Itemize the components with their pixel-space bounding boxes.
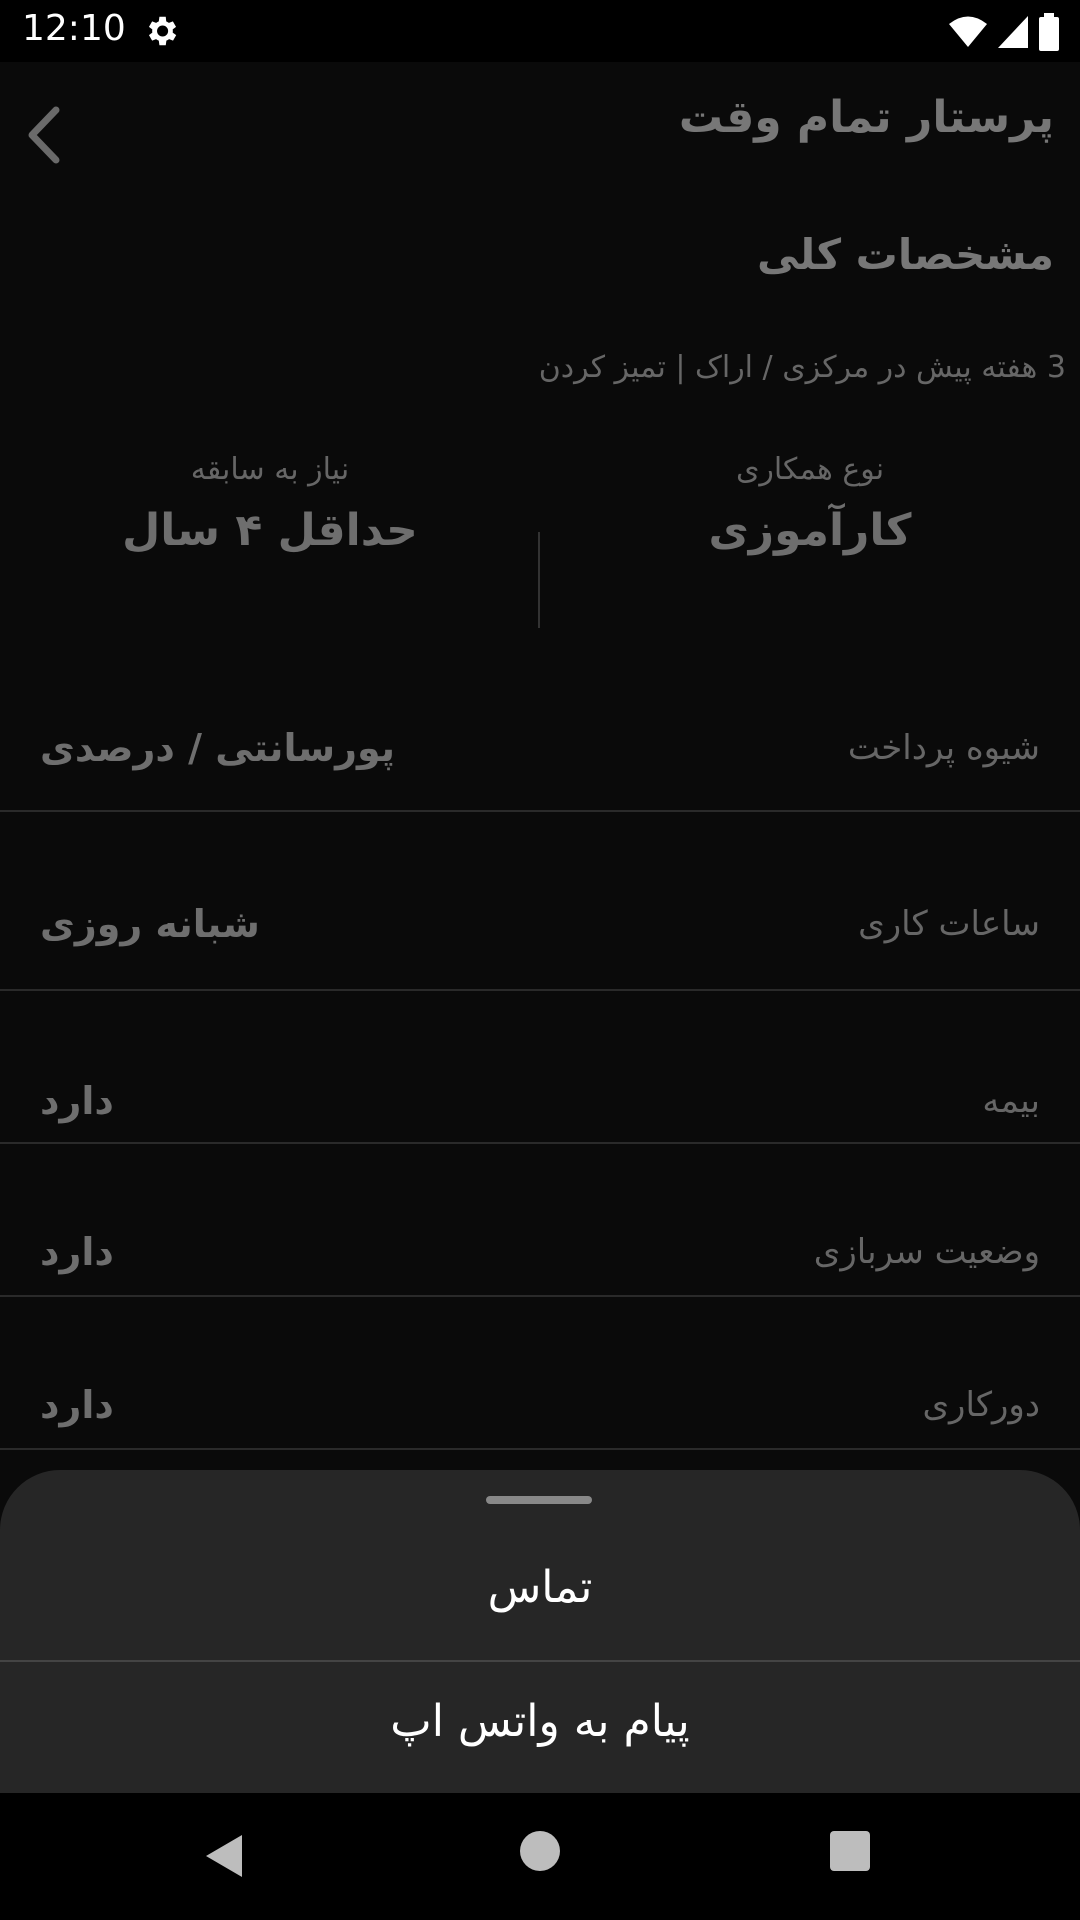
- call-option[interactable]: تماس: [0, 1562, 1080, 1613]
- settings-icon: [148, 16, 177, 46]
- page-title: پرستار تمام وقت: [678, 92, 1054, 143]
- sheet-divider: [0, 1660, 1080, 1662]
- detail-row-military: وضعیت سربازی دارد: [0, 1144, 1080, 1297]
- detail-label: شیوه پرداخت: [847, 728, 1040, 768]
- experience-label: نیاز به سابقه: [190, 452, 350, 487]
- detail-row-remote: دورکاری دارد: [0, 1297, 1080, 1450]
- nav-back-icon[interactable]: [204, 1833, 244, 1879]
- detail-label: بیمه: [982, 1081, 1040, 1121]
- whatsapp-option[interactable]: پیام به واتس اپ: [0, 1696, 1080, 1747]
- summary-block: نوع همکاری کارآموزی نیاز به سابقه حداقل …: [0, 452, 1080, 628]
- status-bar: 12:10: [0, 0, 1080, 62]
- detail-value: پورسانتی / درصدی: [40, 726, 396, 770]
- cooperation-type-value: کارآموزی: [708, 505, 912, 556]
- battery-icon: [1039, 13, 1059, 51]
- app-header: پرستار تمام وقت: [0, 62, 1080, 202]
- detail-row-hours: ساعات کاری شبانه روزی: [0, 812, 1080, 991]
- sheet-drag-handle[interactable]: [486, 1496, 592, 1504]
- screen: 12:10 پرستار تمام وقت مشخصات کلی 3 هفته …: [0, 0, 1080, 1920]
- detail-value: دارد: [40, 1079, 114, 1123]
- detail-value: دارد: [40, 1230, 114, 1274]
- contact-bottom-sheet: تماس پیام به واتس اپ: [0, 1470, 1080, 1793]
- cooperation-type-label: نوع همکاری: [735, 452, 885, 487]
- wifi-icon: [949, 16, 987, 47]
- detail-label: وضعیت سربازی: [813, 1232, 1040, 1272]
- detail-value: شبانه روزی: [40, 902, 260, 946]
- status-time: 12:10: [22, 8, 126, 49]
- detail-label: ساعات کاری: [858, 904, 1040, 944]
- experience-value: حداقل ۴ سال: [122, 505, 418, 556]
- signal-icon: [998, 16, 1028, 48]
- status-icons: [948, 10, 1060, 54]
- detail-row-insurance: بیمه دارد: [0, 991, 1080, 1144]
- section-title: مشخصات کلی: [756, 230, 1054, 279]
- nav-recents-icon[interactable]: [830, 1831, 870, 1871]
- posting-meta: 3 هفته پیش در مرکزی / اراک | تمیز کردن: [538, 350, 1066, 385]
- detail-label: دورکاری: [922, 1385, 1040, 1425]
- cooperation-type: نوع همکاری کارآموزی: [540, 452, 1080, 556]
- system-nav-bar: [0, 1793, 1080, 1920]
- detail-row-payment: شیوه پرداخت پورسانتی / درصدی: [0, 630, 1080, 812]
- chevron-left-icon[interactable]: [14, 100, 74, 170]
- nav-home-icon[interactable]: [520, 1831, 560, 1871]
- experience-requirement: نیاز به سابقه حداقل ۴ سال: [0, 452, 540, 556]
- detail-value: دارد: [40, 1383, 114, 1427]
- detail-list: شیوه پرداخت پورسانتی / درصدی ساعات کاری …: [0, 630, 1080, 1450]
